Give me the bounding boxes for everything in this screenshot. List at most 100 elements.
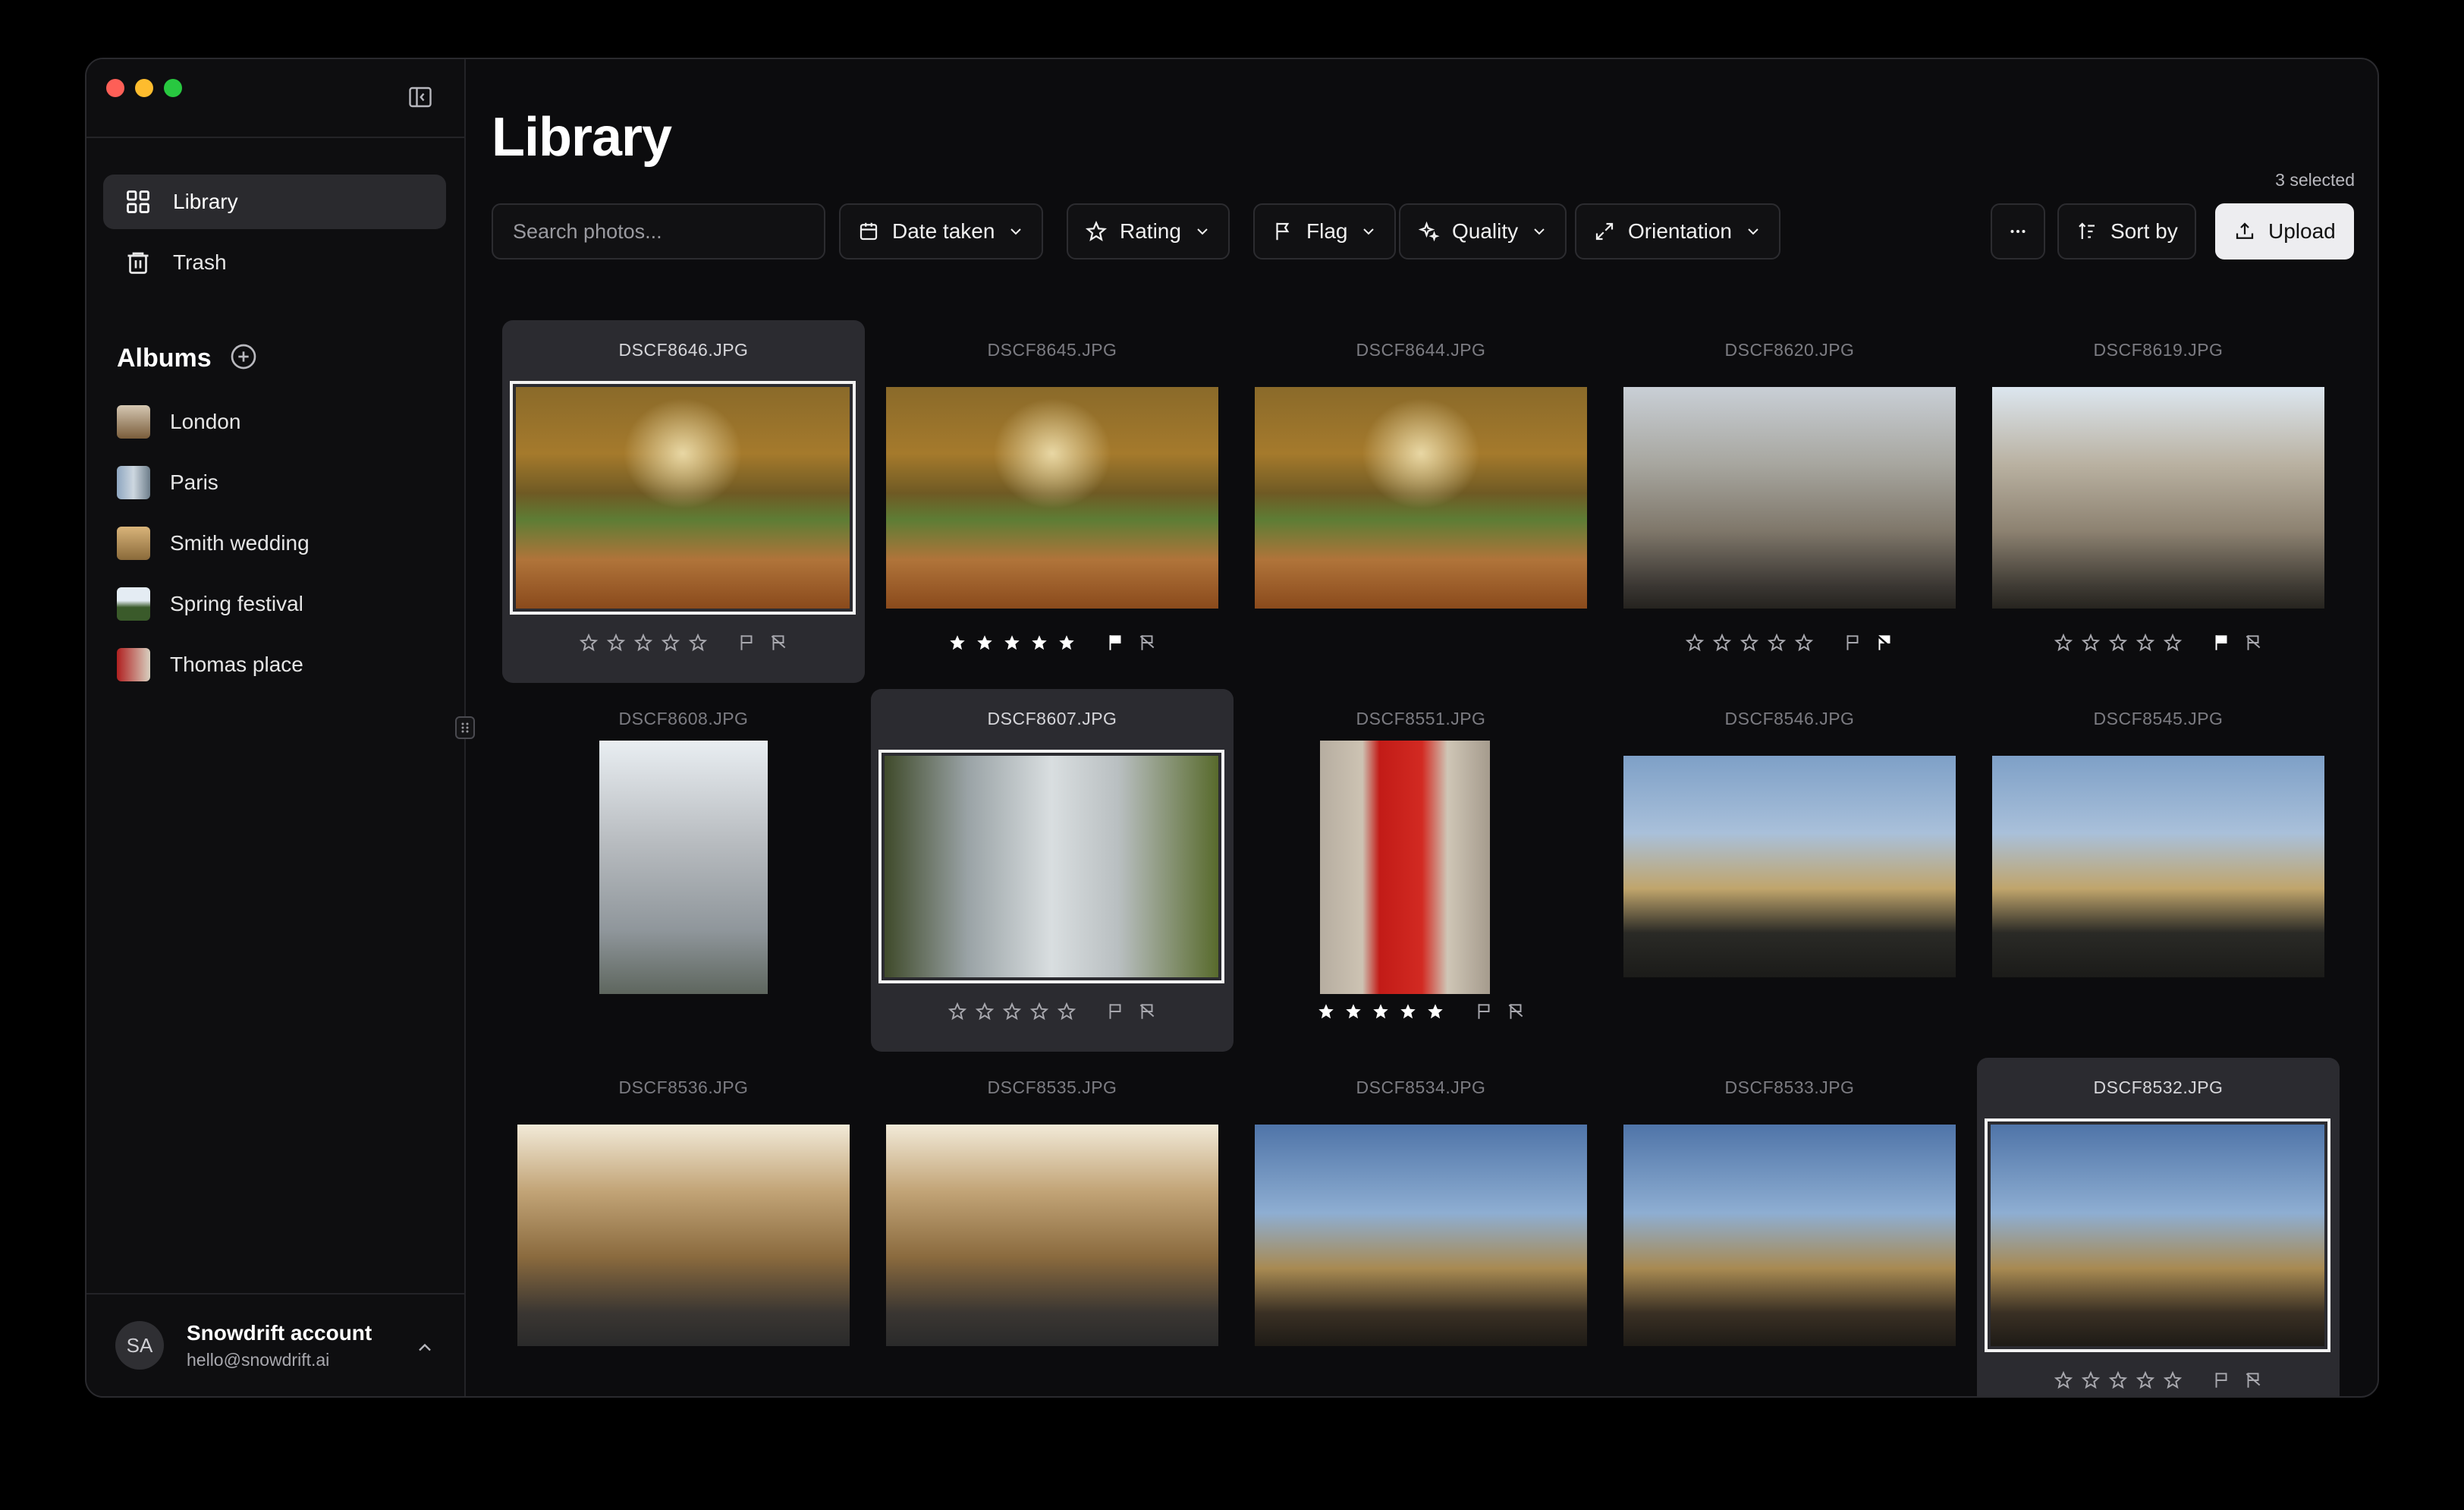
flag-pick-icon[interactable] bbox=[1105, 1002, 1125, 1021]
star-empty-icon[interactable] bbox=[1767, 633, 1787, 653]
star-empty-icon[interactable] bbox=[2163, 1370, 2183, 1390]
photo-thumbnail[interactable] bbox=[1623, 387, 1956, 609]
star-empty-icon[interactable] bbox=[579, 633, 599, 653]
collapse-sidebar-button[interactable] bbox=[405, 82, 435, 112]
flag-reject-icon[interactable] bbox=[2243, 1370, 2263, 1390]
star-empty-icon[interactable] bbox=[2136, 1370, 2155, 1390]
photo-card[interactable]: DSCF8533.JPG bbox=[1608, 1058, 1971, 1396]
photo-thumbnail[interactable] bbox=[1623, 756, 1956, 977]
upload-button[interactable]: Upload bbox=[2215, 203, 2354, 260]
star-empty-icon[interactable] bbox=[2054, 1370, 2073, 1390]
star-empty-icon[interactable] bbox=[688, 633, 708, 653]
star-empty-icon[interactable] bbox=[2136, 633, 2155, 653]
star-empty-icon[interactable] bbox=[1794, 633, 1814, 653]
photo-card[interactable]: DSCF8644.JPG bbox=[1240, 320, 1602, 683]
star-empty-icon[interactable] bbox=[1740, 633, 1759, 653]
photo-card[interactable]: DSCF8535.JPG bbox=[871, 1058, 1234, 1396]
star-empty-icon[interactable] bbox=[2081, 633, 2101, 653]
photo-thumbnail[interactable] bbox=[510, 381, 856, 615]
orientation-filter[interactable]: Orientation bbox=[1575, 203, 1780, 260]
photo-card[interactable]: DSCF8608.JPG bbox=[502, 689, 865, 1052]
star-filled-icon[interactable] bbox=[1316, 1002, 1336, 1021]
flag-filter[interactable]: Flag bbox=[1253, 203, 1397, 260]
flag-reject-filled-icon[interactable] bbox=[1875, 633, 1894, 653]
star-empty-icon[interactable] bbox=[633, 633, 653, 653]
star-empty-icon[interactable] bbox=[606, 633, 626, 653]
star-filled-icon[interactable] bbox=[1398, 1002, 1418, 1021]
rating-filter[interactable]: Rating bbox=[1067, 203, 1230, 260]
photo-thumbnail[interactable] bbox=[1992, 387, 2324, 609]
more-options-button[interactable] bbox=[1991, 203, 2045, 260]
star-empty-icon[interactable] bbox=[2163, 633, 2183, 653]
photo-card[interactable]: DSCF8607.JPG bbox=[871, 689, 1234, 1052]
photo-thumbnail[interactable] bbox=[886, 387, 1218, 609]
star-filled-icon[interactable] bbox=[1029, 633, 1049, 653]
star-rating[interactable] bbox=[1685, 633, 1814, 653]
photo-thumbnail[interactable] bbox=[1255, 1125, 1587, 1346]
star-empty-icon[interactable] bbox=[1057, 1002, 1076, 1021]
star-empty-icon[interactable] bbox=[1685, 633, 1705, 653]
flag-pick-icon[interactable] bbox=[1843, 633, 1862, 653]
photo-thumbnail[interactable] bbox=[886, 1125, 1218, 1346]
star-empty-icon[interactable] bbox=[661, 633, 680, 653]
album-item-thomas-place[interactable]: Thomas place bbox=[117, 634, 443, 695]
album-item-london[interactable]: London bbox=[117, 392, 443, 452]
photo-card[interactable]: DSCF8646.JPG bbox=[502, 320, 865, 683]
photo-card[interactable]: DSCF8551.JPG bbox=[1240, 689, 1602, 1052]
star-empty-icon[interactable] bbox=[2108, 633, 2128, 653]
photo-card[interactable]: DSCF8619.JPG bbox=[1977, 320, 2340, 683]
star-filled-icon[interactable] bbox=[1002, 633, 1022, 653]
star-empty-icon[interactable] bbox=[2054, 633, 2073, 653]
date-taken-filter[interactable]: Date taken bbox=[839, 203, 1044, 260]
photo-thumbnail[interactable] bbox=[599, 741, 768, 994]
account-menu-button[interactable]: SA Snowdrift account hello@snowdrift.ai bbox=[86, 1293, 464, 1396]
flag-pick-filled-icon[interactable] bbox=[2211, 633, 2231, 653]
photo-thumbnail[interactable] bbox=[1623, 1125, 1956, 1346]
flag-reject-icon[interactable] bbox=[768, 633, 788, 653]
star-empty-icon[interactable] bbox=[2108, 1370, 2128, 1390]
photo-thumbnail[interactable] bbox=[1320, 741, 1490, 994]
quality-filter[interactable]: Quality bbox=[1399, 203, 1567, 260]
flag-reject-icon[interactable] bbox=[2243, 633, 2263, 653]
star-empty-icon[interactable] bbox=[2081, 1370, 2101, 1390]
photo-thumbnail[interactable] bbox=[1985, 1118, 2330, 1352]
photo-card[interactable]: DSCF8645.JPG bbox=[871, 320, 1234, 683]
photo-card[interactable]: DSCF8620.JPG bbox=[1608, 320, 1971, 683]
star-empty-icon[interactable] bbox=[1002, 1002, 1022, 1021]
star-filled-icon[interactable] bbox=[948, 633, 967, 653]
photo-card[interactable]: DSCF8546.JPG bbox=[1608, 689, 1971, 1052]
flag-pick-icon[interactable] bbox=[2211, 1370, 2231, 1390]
flag-reject-icon[interactable] bbox=[1506, 1002, 1526, 1021]
photo-thumbnail[interactable] bbox=[517, 1125, 850, 1346]
photo-thumbnail[interactable] bbox=[878, 750, 1224, 983]
sidebar-item-library[interactable]: Library bbox=[103, 175, 446, 229]
album-item-paris[interactable]: Paris bbox=[117, 452, 443, 513]
star-empty-icon[interactable] bbox=[975, 1002, 995, 1021]
sidebar-item-trash[interactable]: Trash bbox=[103, 235, 446, 290]
album-item-spring-festival[interactable]: Spring festival bbox=[117, 574, 443, 634]
flag-pick-filled-icon[interactable] bbox=[1105, 633, 1125, 653]
star-empty-icon[interactable] bbox=[1712, 633, 1732, 653]
minimize-window-button[interactable] bbox=[135, 79, 153, 97]
star-filled-icon[interactable] bbox=[1425, 1002, 1445, 1021]
star-filled-icon[interactable] bbox=[1344, 1002, 1363, 1021]
star-filled-icon[interactable] bbox=[1057, 633, 1076, 653]
star-rating[interactable] bbox=[2054, 633, 2183, 653]
star-filled-icon[interactable] bbox=[1371, 1002, 1391, 1021]
album-item-smith-wedding[interactable]: Smith wedding bbox=[117, 513, 443, 574]
photo-card[interactable]: DSCF8532.JPG bbox=[1977, 1058, 2340, 1396]
flag-pick-icon[interactable] bbox=[737, 633, 756, 653]
star-rating[interactable] bbox=[948, 1002, 1076, 1021]
photo-card[interactable]: DSCF8545.JPG bbox=[1977, 689, 2340, 1052]
star-filled-icon[interactable] bbox=[975, 633, 995, 653]
close-window-button[interactable] bbox=[106, 79, 124, 97]
star-rating[interactable] bbox=[579, 633, 708, 653]
photo-thumbnail[interactable] bbox=[1992, 756, 2324, 977]
sort-by-button[interactable]: Sort by bbox=[2057, 203, 2196, 260]
search-input[interactable] bbox=[492, 203, 825, 260]
star-empty-icon[interactable] bbox=[948, 1002, 967, 1021]
flag-reject-icon[interactable] bbox=[1137, 633, 1157, 653]
star-rating[interactable] bbox=[1316, 1002, 1445, 1021]
flag-pick-icon[interactable] bbox=[1474, 1002, 1494, 1021]
photo-thumbnail[interactable] bbox=[1255, 387, 1587, 609]
